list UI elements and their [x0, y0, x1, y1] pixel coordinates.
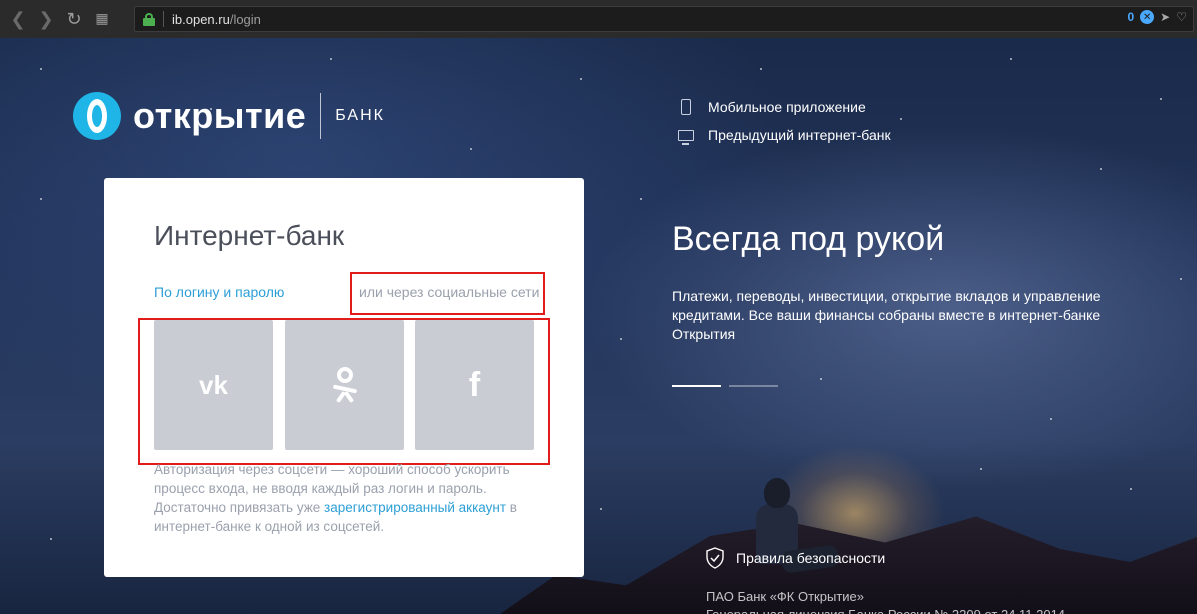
- bank-logo[interactable]: открытие БАНК: [73, 92, 385, 140]
- url-text[interactable]: ib.open.ru/login: [172, 12, 261, 27]
- logo-mark-icon: [73, 92, 121, 140]
- lock-icon: [143, 12, 155, 26]
- url-path: /login: [229, 11, 261, 27]
- highlight-box-tab: [350, 272, 545, 315]
- hero-title: Всегда под рукой: [672, 220, 945, 258]
- security-rules-link[interactable]: Правила безопасности: [706, 547, 885, 569]
- logo-bank-label: БАНК: [335, 107, 385, 124]
- computer-icon: [676, 129, 696, 145]
- card-title: Интернет-банк: [154, 220, 345, 251]
- login-card: Интернет-банк По логину и паролю или чер…: [104, 178, 584, 577]
- heart-icon[interactable]: ♡: [1176, 10, 1187, 24]
- send-icon[interactable]: ➤: [1160, 10, 1170, 24]
- phone-icon: [676, 99, 696, 115]
- reload-icon[interactable]: ↻: [60, 5, 88, 33]
- browser-toolbar: ❮ ❯ ↻ ▦ ib.open.ru/login 0 ✕ ➤ ♡: [0, 0, 1197, 38]
- tab-login-password[interactable]: По логину и паролю: [154, 284, 284, 300]
- registered-account-link[interactable]: зарегистрированный аккаунт: [324, 500, 506, 515]
- hero-text: Платежи, переводы, инвестиции, открытие …: [672, 288, 1101, 342]
- address-bar[interactable]: ib.open.ru/login 0 ✕ ➤ ♡: [134, 6, 1194, 32]
- back-icon[interactable]: ❮: [4, 5, 32, 33]
- adblock-icon[interactable]: ✕: [1140, 10, 1155, 24]
- blocked-count: 0: [1127, 10, 1135, 24]
- person-silhouette: [752, 478, 840, 598]
- mobile-app-link[interactable]: Мобильное приложение: [676, 93, 891, 121]
- logo-word: открытие: [133, 95, 307, 136]
- slider-dot-2[interactable]: [729, 385, 778, 387]
- old-bank-link[interactable]: Предыдущий интернет-банк: [676, 121, 891, 149]
- top-links: Мобильное приложение Предыдущий интернет…: [676, 93, 891, 149]
- logo-divider: [320, 93, 322, 139]
- slider-dot-1[interactable]: [672, 385, 721, 387]
- highlight-box-social: [138, 318, 550, 465]
- url-domain: ib.open.ru: [172, 11, 230, 27]
- url-actions: 0 ✕ ➤ ♡: [1127, 10, 1187, 24]
- mobile-app-label: Мобильное приложение: [708, 99, 866, 115]
- footer: ПАО Банк «ФК Открытие» Генеральная лицен…: [706, 588, 1065, 614]
- social-help-text: Авторизация через соцсети — хороший спос…: [154, 460, 534, 536]
- footer-line-1: ПАО Банк «ФК Открытие»: [706, 589, 864, 604]
- url-divider: [163, 11, 164, 27]
- footer-line-2: Генеральная лицензия Банка России № 2209…: [706, 606, 1065, 614]
- forward-icon[interactable]: ❯: [32, 5, 60, 33]
- shield-check-icon: [706, 547, 724, 569]
- old-bank-label: Предыдущий интернет-банк: [708, 127, 891, 143]
- tabs-grid-icon[interactable]: ▦: [88, 5, 116, 33]
- security-rules-label: Правила безопасности: [736, 550, 886, 566]
- slider-dots: [672, 385, 778, 387]
